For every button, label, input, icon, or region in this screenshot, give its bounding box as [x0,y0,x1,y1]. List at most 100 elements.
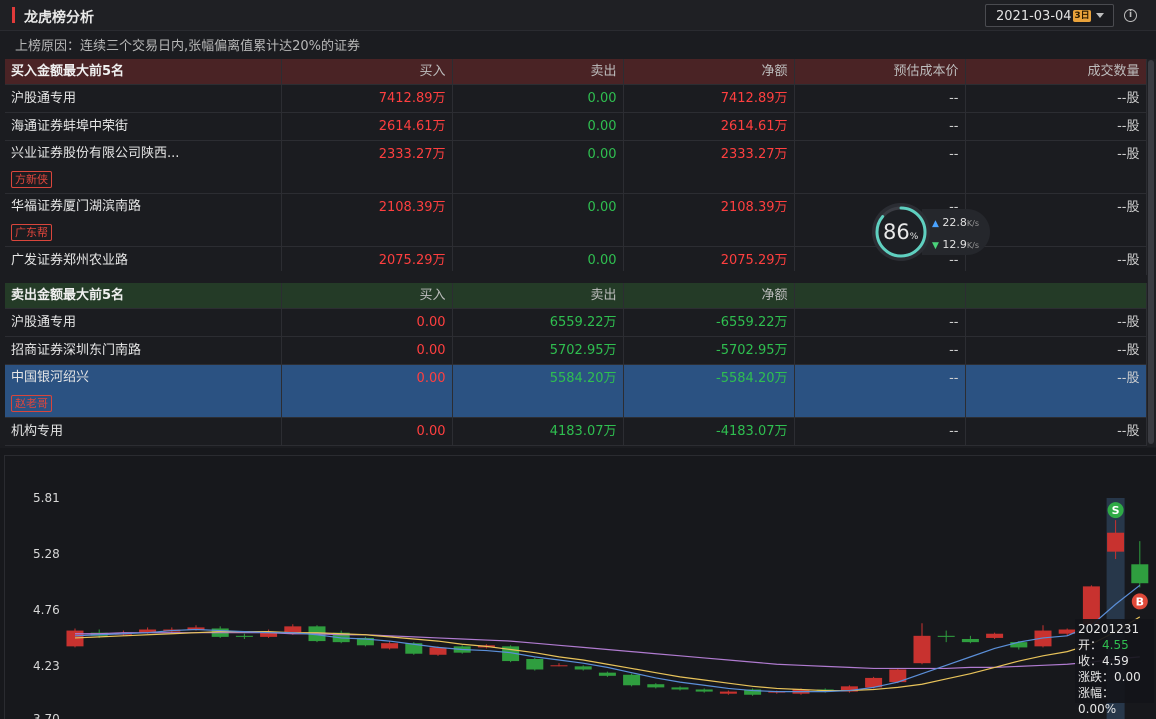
net-amount: 2614.61万 [623,112,795,141]
table-row[interactable]: 海通证券蚌埠中荣街 2614.61万 0.00 2614.61万 -- --股 [5,112,1147,141]
title-bar: 龙虎榜分析 2021-03-04 3日 i [0,0,1156,31]
buy-amount: 7412.89万 [281,84,453,113]
header-empty [965,283,1147,309]
volume: --股 [965,364,1147,418]
usage-percent: 86% [883,220,918,244]
header-sell[interactable]: 卖出 [452,59,624,85]
seat-cell: 中国银河绍兴 赵老哥 [5,364,282,418]
seat-name: 兴业证券股份有限公司陕西... [11,146,180,161]
network-speed-widget[interactable]: 86% ▲ 22.8K/s ▼ 12.9K/s [872,203,990,261]
trader-tag[interactable]: 方新侠 [11,171,52,188]
volume: --股 [965,417,1147,446]
header-net[interactable]: 净额 [623,59,795,85]
download-speed: ▼ 12.9K/s [932,238,979,251]
header-cost[interactable]: 预估成本价 [794,59,966,85]
candle-body [695,689,713,692]
header-sell[interactable]: 卖出 [452,283,624,309]
tooltip-open-label: 开： [1078,638,1103,652]
scrollbar-thumb[interactable] [1148,60,1154,444]
table-row[interactable]: 机构专用 0.00 4183.07万 -4183.07万 -- --股 [5,417,1147,446]
est-cost: -- [794,84,966,113]
volume: --股 [965,336,1147,365]
sell-amount: 5584.20万 [452,364,624,418]
seat-cell: 华福证券厦门湖滨南路 广东帮 [5,193,282,247]
trader-tag[interactable]: 广东帮 [11,224,52,241]
est-cost: -- [794,417,966,446]
upload-value: 22.8 [942,216,967,229]
period-badge: 3日 [1073,10,1091,22]
tooltip-pct-label: 涨幅： [1078,686,1115,700]
ma20-line [75,632,1140,670]
candle-body [647,684,665,688]
date-value: 2021-03-04 [996,9,1072,24]
volume: --股 [965,84,1147,113]
candle-body [961,638,979,643]
net-amount: -4183.07万 [623,417,795,446]
page-title: 龙虎榜分析 [24,10,94,26]
seat-name: 招商证券深圳东门南路 [5,336,282,365]
sell-amount: 0.00 [452,140,624,194]
candle-body [235,635,253,637]
table-row-selected[interactable]: 中国银河绍兴 赵老哥 0.00 5584.20万 -5584.20万 -- --… [5,364,1147,418]
seat-name: 沪股通专用 [5,308,282,337]
sell-amount: 6559.22万 [452,308,624,337]
candle-tooltip: 20201231 开：4.55 收：4.59 涨跌：0.00 涨幅： 0.00% [1075,619,1154,716]
tooltip-close-label: 收： [1078,654,1103,668]
tooltip-change: 涨跌：0.00 [1078,669,1151,685]
sell-amount: 5702.95万 [452,336,624,365]
table-header: 卖出金额最大前5名 买入 卖出 净额 [5,283,1147,309]
candle-body [623,674,641,686]
candle-body [986,633,1004,638]
tooltip-open-value: 4.55 [1102,638,1129,652]
table-header: 买入金额最大前5名 买入 卖出 净额 预估成本价 成交数量 [5,59,1147,85]
arrow-down-icon: ▼ [932,241,939,251]
est-cost: -- [794,112,966,141]
est-cost: -- [794,308,966,337]
upload-speed: ▲ 22.8K/s [932,216,979,229]
candle-body [66,630,84,647]
header-buy[interactable]: 买入 [281,59,453,85]
seat-name: 中国银河绍兴 [11,370,90,385]
buy-amount: 0.00 [281,417,453,446]
date-selector[interactable]: 2021-03-04 3日 [985,4,1114,27]
y-tick-label: 5.81 [33,491,60,505]
tooltip-change-label: 涨跌： [1078,670,1115,684]
net-amount: -5702.95万 [623,336,795,365]
seat-name: 沪股通专用 [5,84,282,113]
table-separator [5,271,1146,283]
info-icon[interactable]: i [1124,9,1137,22]
arrow-up-icon: ▲ [932,219,939,229]
net-amount: 2333.27万 [623,140,795,194]
sell-amount: 0.00 [452,112,624,141]
candle-body [719,691,737,694]
table-row[interactable]: 沪股通专用 7412.89万 0.00 7412.89万 -- --股 [5,84,1147,113]
est-cost: -- [794,336,966,365]
download-value: 12.9 [942,238,967,251]
candle-body [1107,532,1125,552]
net-amount: -6559.22万 [623,308,795,337]
candle-body [526,658,544,670]
kline-chart[interactable]: SB [0,455,1156,719]
header-buy[interactable]: 买入 [281,283,453,309]
est-cost: -- [794,140,966,194]
sell-amount: 0.00 [452,84,624,113]
table-row[interactable]: 招商证券深圳东门南路 0.00 5702.95万 -5702.95万 -- --… [5,336,1147,365]
y-tick-label: 4.23 [33,659,60,673]
sell-amount: 0.00 [452,193,624,247]
listing-reason: 上榜原因：连续三个交易日内,张幅偏离值累计达20%的证券 [15,39,361,54]
header-net[interactable]: 净额 [623,283,795,309]
candle-body [1131,564,1149,584]
candle-body [598,672,616,676]
y-tick-label: 3.70 [33,712,60,719]
title-accent-bar [12,7,15,23]
tooltip-close: 收：4.59 [1078,653,1151,669]
volume: --股 [965,308,1147,337]
trader-tag[interactable]: 赵老哥 [11,395,52,412]
table-row[interactable]: 兴业证券股份有限公司陕西... 方新侠 2333.27万 0.00 2333.2… [5,140,1147,194]
table-row[interactable]: 沪股通专用 0.00 6559.22万 -6559.22万 -- --股 [5,308,1147,337]
buy-amount: 0.00 [281,308,453,337]
header-qty[interactable]: 成交数量 [965,59,1147,85]
volume: --股 [965,112,1147,141]
header-sell-top5: 卖出金额最大前5名 [5,283,282,309]
volume: --股 [965,140,1147,194]
